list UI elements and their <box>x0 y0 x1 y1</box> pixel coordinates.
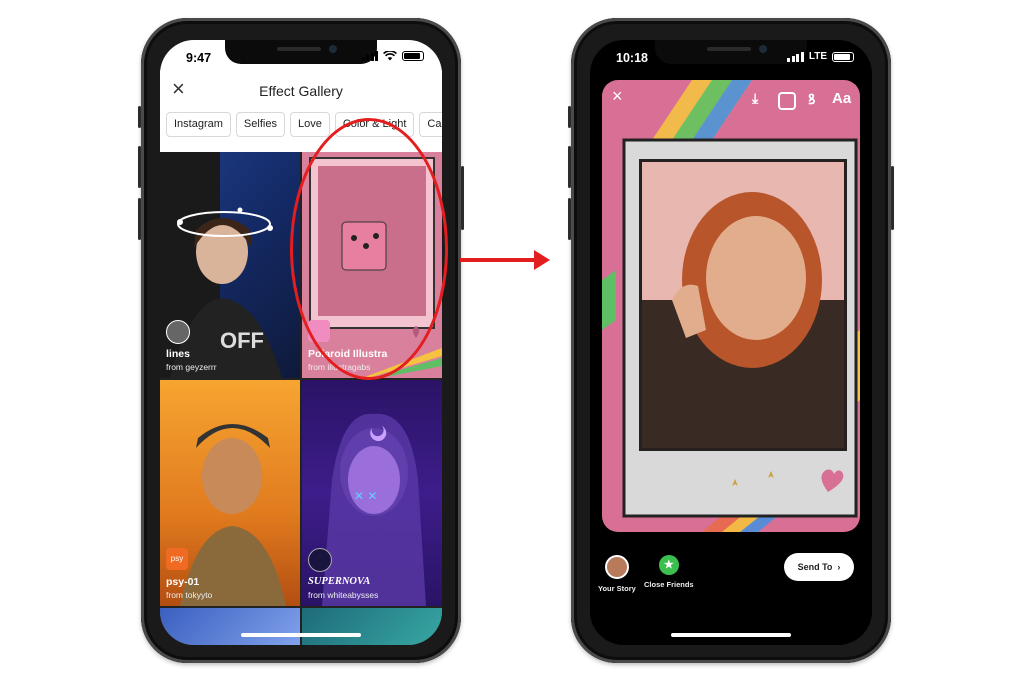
gallery-header: × Effect Gallery <box>160 70 442 112</box>
avatar <box>604 555 629 579</box>
effect-tile-supernova[interactable]: ✕ ✕ SUPERNOVA from whiteabysses <box>302 380 442 606</box>
creator-avatar <box>308 548 332 572</box>
story-background-art <box>602 80 860 532</box>
effect-preview-psy <box>180 424 286 606</box>
status-time: 9:47 <box>186 51 212 65</box>
arrow-line <box>460 258 538 262</box>
network-type: LTE <box>808 51 827 62</box>
share-bar: Your Story ★ Close Friends Send To › <box>590 535 872 645</box>
volume-down-button <box>568 198 571 240</box>
power-button <box>891 166 894 230</box>
text-tool-button[interactable]: Aa <box>832 90 851 107</box>
effect-tile-psy-01[interactable]: psy psy-01 from tokyyto <box>160 380 300 606</box>
effect-creator: from geyzerrr <box>166 362 217 372</box>
page-title: Effect Gallery <box>259 83 343 99</box>
effect-name: psy-01 <box>166 576 200 588</box>
effect-tile-partial[interactable] <box>160 608 300 645</box>
tab-love[interactable]: Love <box>289 112 330 137</box>
effect-tile-lines[interactable]: OFF lines from geyzerrr <box>160 152 300 378</box>
home-indicator <box>671 633 791 637</box>
effect-preview-supernova: ✕ ✕ <box>322 413 426 606</box>
effect-creator: from whiteabysses <box>308 590 379 600</box>
battery-icon <box>402 51 424 61</box>
draw-icon[interactable]: ꝸ <box>808 90 815 109</box>
svg-text:✕ ✕: ✕ ✕ <box>354 489 377 503</box>
chevron-right-icon: › <box>834 562 841 572</box>
right-phone: 10:18 LTE × ⤓ ꝸ Aa Your Story ★ Close Fr… <box>568 18 894 663</box>
status-bar: 9:47 <box>160 40 442 70</box>
close-friends-label: Close Friends <box>644 580 694 589</box>
close-icon[interactable]: × <box>612 86 623 107</box>
svg-text:OFF: OFF <box>220 328 264 353</box>
signal-icon <box>361 51 378 61</box>
battery-icon <box>832 51 854 62</box>
effect-tile-partial[interactable] <box>302 608 442 645</box>
volume-up-button <box>138 146 141 188</box>
tab-selfies[interactable]: Selfies <box>235 112 285 137</box>
highlight-circle <box>290 118 448 380</box>
story-canvas: × ⤓ ꝸ Aa <box>602 80 860 532</box>
status-bar: 10:18 LTE <box>590 40 872 70</box>
tab-instagram[interactable]: Instagram <box>166 112 231 137</box>
arrow-head-icon <box>534 250 550 270</box>
power-button <box>461 166 464 230</box>
sticker-icon[interactable] <box>778 92 796 110</box>
creator-avatar <box>166 320 190 344</box>
volume-down-button <box>138 198 141 240</box>
mute-switch <box>568 106 571 128</box>
effect-preview-lines: OFF <box>160 152 282 378</box>
send-to-button[interactable]: Send To › <box>784 553 854 581</box>
creator-avatar: psy <box>166 548 188 570</box>
star-icon: ★ <box>658 555 679 575</box>
effect-name: SUPERNOVA <box>308 576 371 587</box>
download-icon[interactable]: ⤓ <box>752 90 758 107</box>
send-to-label: Send To <box>797 562 833 572</box>
wifi-icon <box>383 51 397 61</box>
volume-up-button <box>568 146 571 188</box>
right-screen: 10:18 LTE × ⤓ ꝸ Aa Your Story ★ Close Fr… <box>590 40 872 645</box>
your-story-button[interactable]: Your Story <box>598 555 636 593</box>
effect-creator: from tokyyto <box>166 590 213 600</box>
tab-camera[interactable]: Camer <box>419 112 442 137</box>
your-story-label: Your Story <box>598 584 636 593</box>
effect-name: lines <box>166 348 190 360</box>
status-time: 10:18 <box>616 51 648 65</box>
close-friends-button[interactable]: ★ Close Friends <box>644 555 694 589</box>
mute-switch <box>138 106 141 128</box>
home-indicator <box>241 633 361 637</box>
signal-icon <box>787 51 804 62</box>
